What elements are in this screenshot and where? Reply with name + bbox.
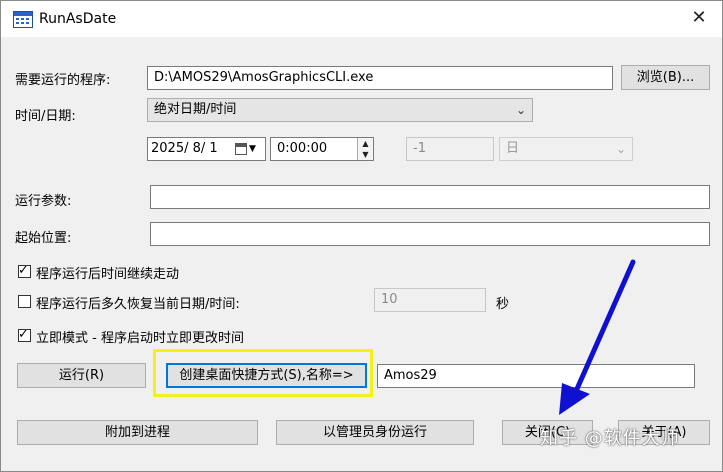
blue-arrow-annotation <box>559 259 636 415</box>
watermark-text: 知乎 @软件大师 <box>540 428 680 449</box>
